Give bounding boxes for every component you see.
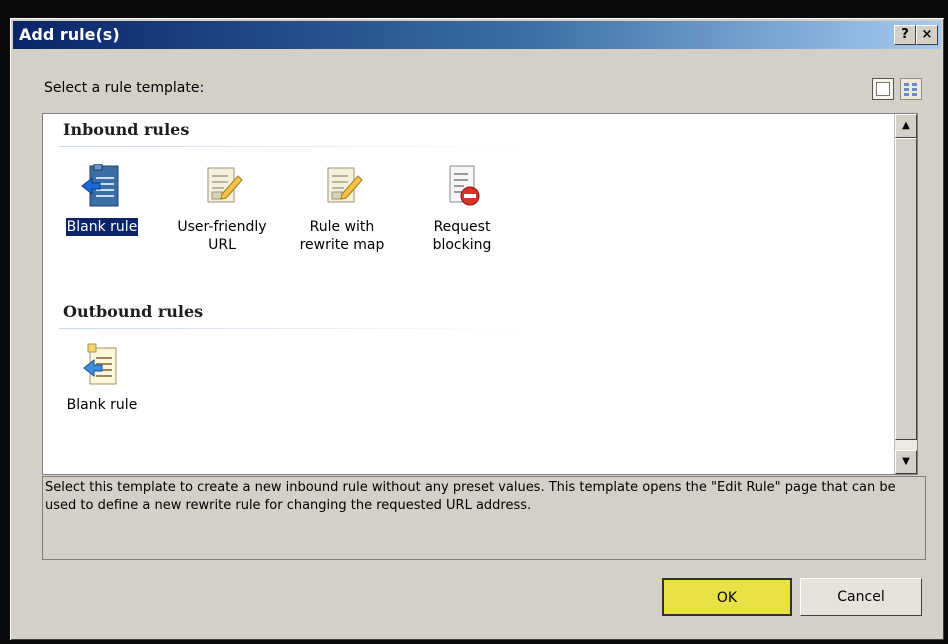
- document-pencil-icon: [200, 164, 244, 210]
- scroll-down-icon[interactable]: ▼: [895, 450, 917, 474]
- add-rules-dialog: Add rule(s) ? × Select a rule template: …: [10, 18, 944, 640]
- cancel-button[interactable]: Cancel: [800, 578, 922, 616]
- help-button[interactable]: ?: [894, 25, 916, 45]
- inbound-rules-header: Inbound rules: [63, 120, 190, 139]
- template-prompt-label: Select a rule template:: [44, 80, 205, 96]
- template-label: Blank rule: [66, 397, 138, 413]
- rule-template-list[interactable]: Inbound rules Blank rule User-friendly U…: [42, 113, 918, 475]
- blank-outbound-rule-icon: [80, 342, 124, 388]
- document-pencil-icon: [320, 164, 364, 210]
- template-label: Rule with rewrite map: [299, 219, 385, 253]
- details-view-icon[interactable]: [900, 78, 922, 100]
- ok-button[interactable]: OK: [662, 578, 792, 616]
- scroll-up-icon[interactable]: ▲: [895, 114, 917, 138]
- template-blank-inbound-rule[interactable]: Blank rule: [47, 163, 157, 237]
- close-button[interactable]: ×: [916, 25, 938, 45]
- template-blank-outbound-rule[interactable]: Blank rule: [47, 342, 157, 414]
- template-label: Request blocking: [432, 219, 492, 253]
- template-request-blocking[interactable]: Request blocking: [407, 164, 517, 254]
- title-bar[interactable]: Add rule(s) ? ×: [13, 21, 941, 49]
- scroll-thumb[interactable]: [895, 138, 917, 440]
- dialog-title: Add rule(s): [19, 25, 120, 44]
- template-label: Blank rule: [64, 217, 140, 237]
- inbound-divider: [59, 146, 519, 147]
- outbound-rules-header: Outbound rules: [63, 302, 204, 321]
- template-description: Select this template to create a new inb…: [42, 476, 926, 560]
- view-toggle: [872, 78, 922, 100]
- outbound-divider: [59, 328, 519, 329]
- vertical-scrollbar[interactable]: ▲ ▼: [894, 114, 917, 474]
- template-rule-with-rewrite-map[interactable]: Rule with rewrite map: [287, 164, 397, 254]
- document-block-icon: [440, 164, 484, 210]
- blank-inbound-rule-icon: [80, 163, 124, 210]
- template-user-friendly-url[interactable]: User-friendly URL: [167, 164, 277, 254]
- large-icons-view-icon[interactable]: [872, 78, 894, 100]
- template-label: User-friendly URL: [177, 219, 267, 253]
